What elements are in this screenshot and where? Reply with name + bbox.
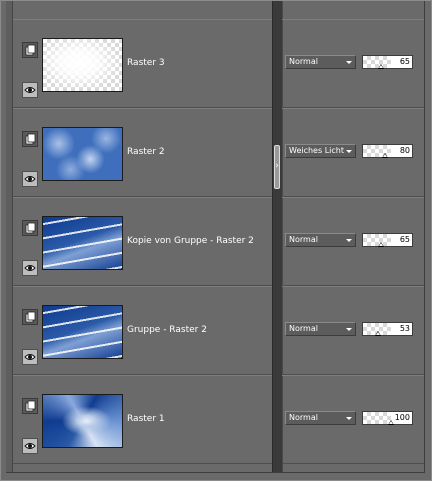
layer-properties-row: Normal 100 [282,375,424,464]
layer-properties-row: Weiches Licht 80 [282,108,424,197]
layer-name[interactable]: Raster 3 [127,58,165,68]
layer-properties-row: Normal 53 [282,286,424,375]
layer-page-icon[interactable] [22,220,38,236]
opacity-value: 65 [399,57,410,66]
opacity-slider-handle[interactable] [378,242,385,247]
opacity-value: 65 [399,235,410,244]
layer-properties-row: Normal 65 [282,197,424,286]
layer-row[interactable]: Raster 1 [13,375,272,464]
opacity-slider[interactable]: 65 [362,55,413,69]
chevron-down-icon [346,239,352,242]
opacity-value: 53 [399,324,410,333]
blend-mode-label: Normal [289,413,318,422]
visibility-eye-icon[interactable] [22,438,38,454]
layer-row[interactable]: Gruppe - Raster 2 [13,286,272,375]
blend-mode-dropdown[interactable]: Normal [285,322,356,336]
visibility-eye-icon[interactable] [22,349,38,365]
opacity-slider[interactable]: 80 [362,144,413,158]
opacity-value: 100 [394,413,410,422]
opacity-slider[interactable]: 65 [362,233,413,247]
layer-thumbnail[interactable] [42,394,123,448]
opacity-slider-handle[interactable] [382,153,389,158]
layer-page-icon[interactable] [22,309,38,325]
chevron-right-icon: › [275,161,279,171]
blend-mode-label: Normal [289,324,318,333]
layer-thumbnail[interactable] [42,38,123,92]
opacity-checker-swatch [363,56,391,68]
layer-row[interactable]: Raster 3 [13,19,272,108]
blend-mode-label: Weiches Licht [289,146,344,155]
opacity-slider-handle[interactable] [374,331,381,336]
blend-mode-label: Normal [289,57,318,66]
visibility-eye-icon[interactable] [22,171,38,187]
chevron-down-icon [346,61,352,64]
chevron-down-icon [346,417,352,420]
layer-thumbnail[interactable] [42,127,123,181]
layer-name[interactable]: Gruppe - Raster 2 [127,325,207,335]
layer-thumbnail[interactable] [42,305,123,359]
chevron-down-icon [346,150,352,153]
left-edge-strip [6,1,13,472]
layer-row[interactable]: Kopie von Gruppe - Raster 2 [13,197,272,286]
layer-row[interactable]: Raster 2 [13,108,272,197]
layer-name[interactable]: Raster 2 [127,147,165,157]
layer-thumbnail[interactable] [42,216,123,270]
opacity-value: 80 [399,146,410,155]
visibility-eye-icon[interactable] [22,82,38,98]
blend-mode-dropdown[interactable]: Normal [285,233,356,247]
blend-mode-label: Normal [289,235,318,244]
opacity-slider[interactable]: 53 [362,322,413,336]
layer-properties-row: Normal 65 [282,19,424,108]
chevron-down-icon [346,328,352,331]
opacity-checker-swatch [363,234,391,246]
opacity-slider-handle[interactable] [388,420,394,425]
layer-name[interactable]: Kopie von Gruppe - Raster 2 [127,236,254,246]
layer-page-icon[interactable] [22,398,38,414]
visibility-eye-icon[interactable] [22,260,38,276]
opacity-slider-handle[interactable] [378,64,385,69]
opacity-slider[interactable]: 100 [362,411,413,425]
splitter-toggle-button[interactable]: › [274,145,280,189]
layers-palette: › Raster 3 Normal 65 Raster 2 Weiches Li… [0,0,432,481]
blend-mode-dropdown[interactable]: Normal [285,55,356,69]
layer-page-icon[interactable] [22,131,38,147]
blend-mode-dropdown[interactable]: Weiches Licht [285,144,356,158]
properties-header [282,1,424,20]
blend-mode-dropdown[interactable]: Normal [285,411,356,425]
layer-name[interactable]: Raster 1 [127,414,165,424]
layer-page-icon[interactable] [22,42,38,58]
opacity-checker-swatch [363,412,391,424]
